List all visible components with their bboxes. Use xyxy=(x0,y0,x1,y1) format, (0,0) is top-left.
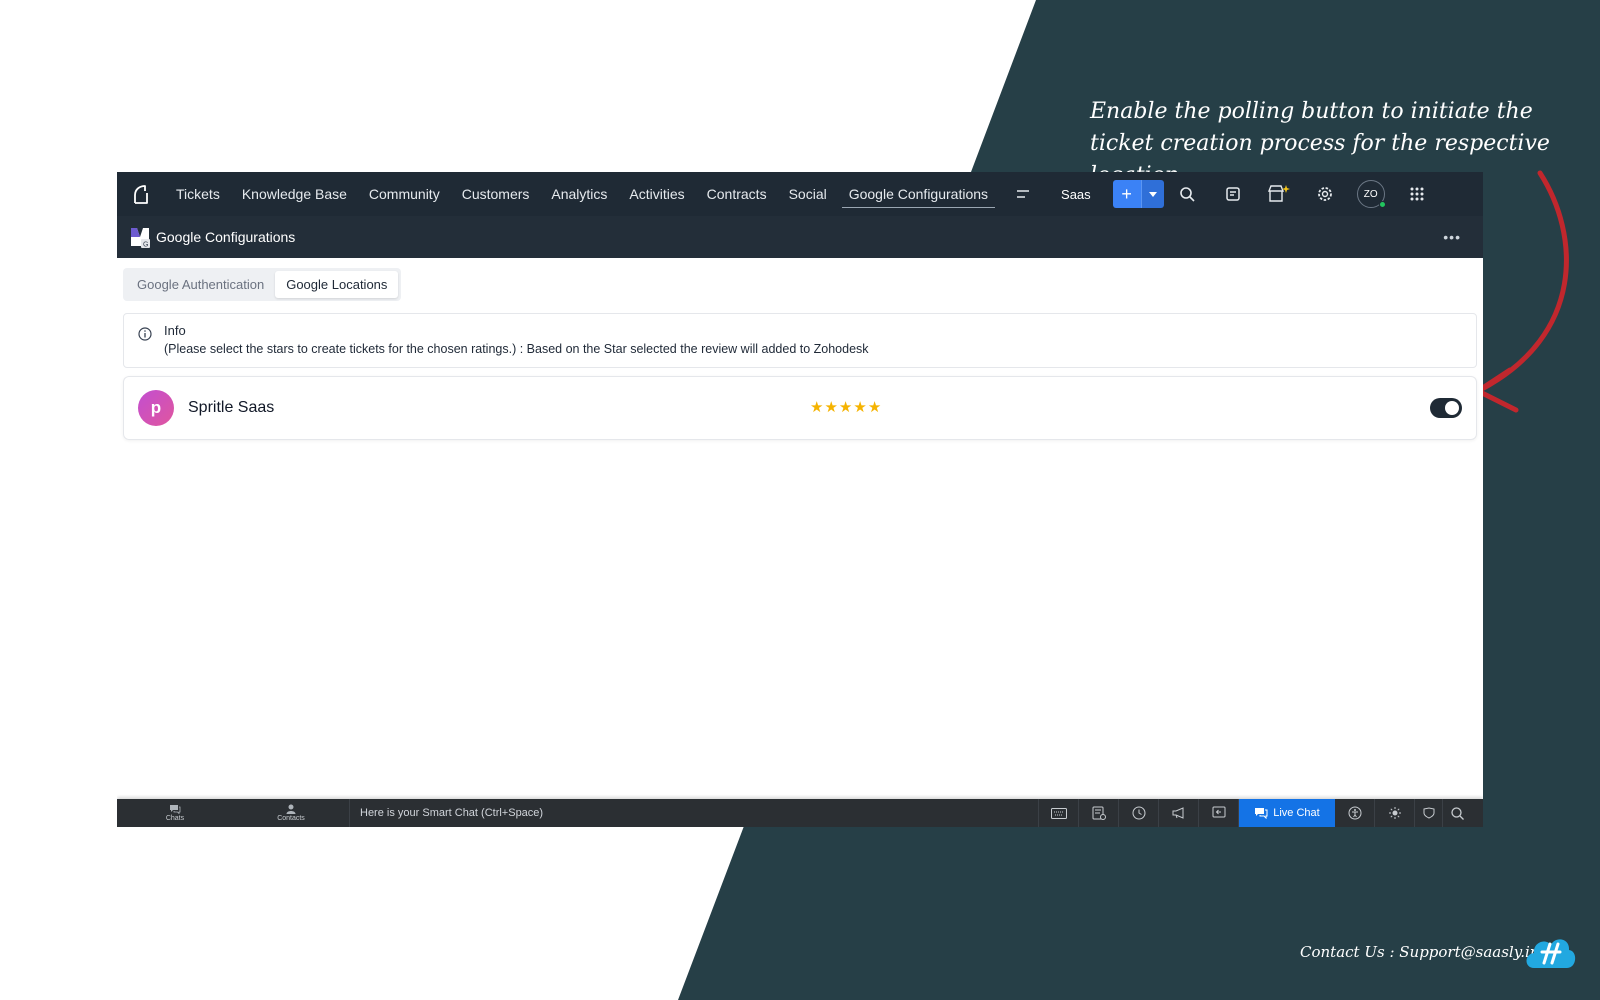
search-icon[interactable] xyxy=(1443,799,1471,827)
tab-knowledge-base[interactable]: Knowledge Base xyxy=(231,172,358,216)
chat-bubble-icon xyxy=(1255,808,1268,819)
sub-header: G Google Configurations ••• xyxy=(117,216,1483,258)
tab-customers[interactable]: Customers xyxy=(451,172,541,216)
tab-social[interactable]: Social xyxy=(778,172,838,216)
star-icon[interactable]: ★ xyxy=(853,399,866,417)
notes-icon[interactable] xyxy=(1079,799,1119,827)
live-chat-label: Live Chat xyxy=(1273,807,1320,819)
star-icon[interactable]: ★ xyxy=(839,399,852,417)
online-status-dot xyxy=(1378,201,1386,208)
tab-community[interactable]: Community xyxy=(358,172,451,216)
user-avatar[interactable]: ZO xyxy=(1348,172,1394,216)
annotation-arrow xyxy=(1475,170,1569,413)
tab-contracts[interactable]: Contracts xyxy=(696,172,778,216)
brightness-icon[interactable] xyxy=(1375,799,1415,827)
org-name[interactable]: Saas xyxy=(1043,187,1105,202)
app-window: Tickets Knowledge Base Community Custome… xyxy=(117,172,1483,827)
tab-google-authentication[interactable]: Google Authentication xyxy=(126,271,275,298)
add-button[interactable]: + xyxy=(1112,180,1164,208)
megaphone-icon[interactable] xyxy=(1159,799,1199,827)
chats-button[interactable]: Chats xyxy=(117,799,233,827)
live-chat-button[interactable]: Live Chat xyxy=(1239,799,1335,827)
tab-google-locations[interactable]: Google Locations xyxy=(275,271,399,298)
app-grid-icon[interactable] xyxy=(1394,172,1440,216)
polling-toggle[interactable] xyxy=(1430,398,1462,418)
accessibility-icon[interactable] xyxy=(1335,799,1375,827)
tab-tickets[interactable]: Tickets xyxy=(165,172,231,216)
clock-icon[interactable] xyxy=(1119,799,1159,827)
star-rating: ★ ★ ★ ★ ★ xyxy=(810,399,881,417)
contacts-label: Contacts xyxy=(277,815,305,822)
avatar-initials: ZO xyxy=(1363,188,1378,200)
info-title: Info xyxy=(164,323,186,338)
chats-label: Chats xyxy=(165,815,185,822)
google-config-icon: G xyxy=(131,228,150,249)
location-tabs: Google Authentication Google Locations xyxy=(123,268,402,301)
svg-text:G: G xyxy=(143,242,148,249)
more-options-icon[interactable]: ••• xyxy=(1443,229,1461,245)
location-name: Spritle Saas xyxy=(188,399,275,416)
bottom-bar: Chats Contacts Here is your Smart Chat (… xyxy=(117,799,1483,827)
top-navigation: Tickets Knowledge Base Community Custome… xyxy=(117,172,1483,216)
toggle-knob xyxy=(1445,401,1459,415)
add-icon[interactable]: + xyxy=(1112,180,1141,208)
star-icon[interactable]: ★ xyxy=(810,399,823,417)
tab-analytics[interactable]: Analytics xyxy=(540,172,618,216)
more-tabs-icon[interactable] xyxy=(1003,172,1043,216)
info-box: Info (Please select the stars to create … xyxy=(123,313,1477,368)
marketplace-icon[interactable] xyxy=(1256,172,1302,216)
keyboard-icon[interactable] xyxy=(1039,799,1079,827)
star-icon[interactable]: ★ xyxy=(868,399,881,417)
search-icon[interactable] xyxy=(1164,172,1210,216)
desk-logo-icon[interactable] xyxy=(117,172,165,216)
location-avatar: p xyxy=(138,390,174,426)
chevron-down-icon[interactable] xyxy=(1140,180,1164,208)
shield-icon[interactable] xyxy=(1415,799,1443,827)
gear-icon[interactable] xyxy=(1302,172,1348,216)
star-icon[interactable]: ★ xyxy=(824,399,837,417)
main-content: Google Authentication Google Locations I… xyxy=(117,258,1483,440)
smart-chat-input[interactable]: Here is your Smart Chat (Ctrl+Space) xyxy=(349,799,1039,827)
reply-icon[interactable] xyxy=(1199,799,1239,827)
contacts-button[interactable]: Contacts xyxy=(233,799,349,827)
tab-google-configurations[interactable]: Google Configurations xyxy=(838,172,999,216)
contact-text: Contact Us : Support@saasly.in xyxy=(1300,943,1540,961)
page-title: Google Configurations xyxy=(156,229,296,245)
location-card: p Spritle Saas ★ ★ ★ ★ ★ xyxy=(123,376,1477,440)
notes-icon[interactable] xyxy=(1210,172,1256,216)
saasly-logo xyxy=(1526,939,1576,968)
tab-activities[interactable]: Activities xyxy=(618,172,695,216)
info-icon xyxy=(138,327,152,341)
info-text: (Please select the stars to create ticke… xyxy=(164,342,869,356)
